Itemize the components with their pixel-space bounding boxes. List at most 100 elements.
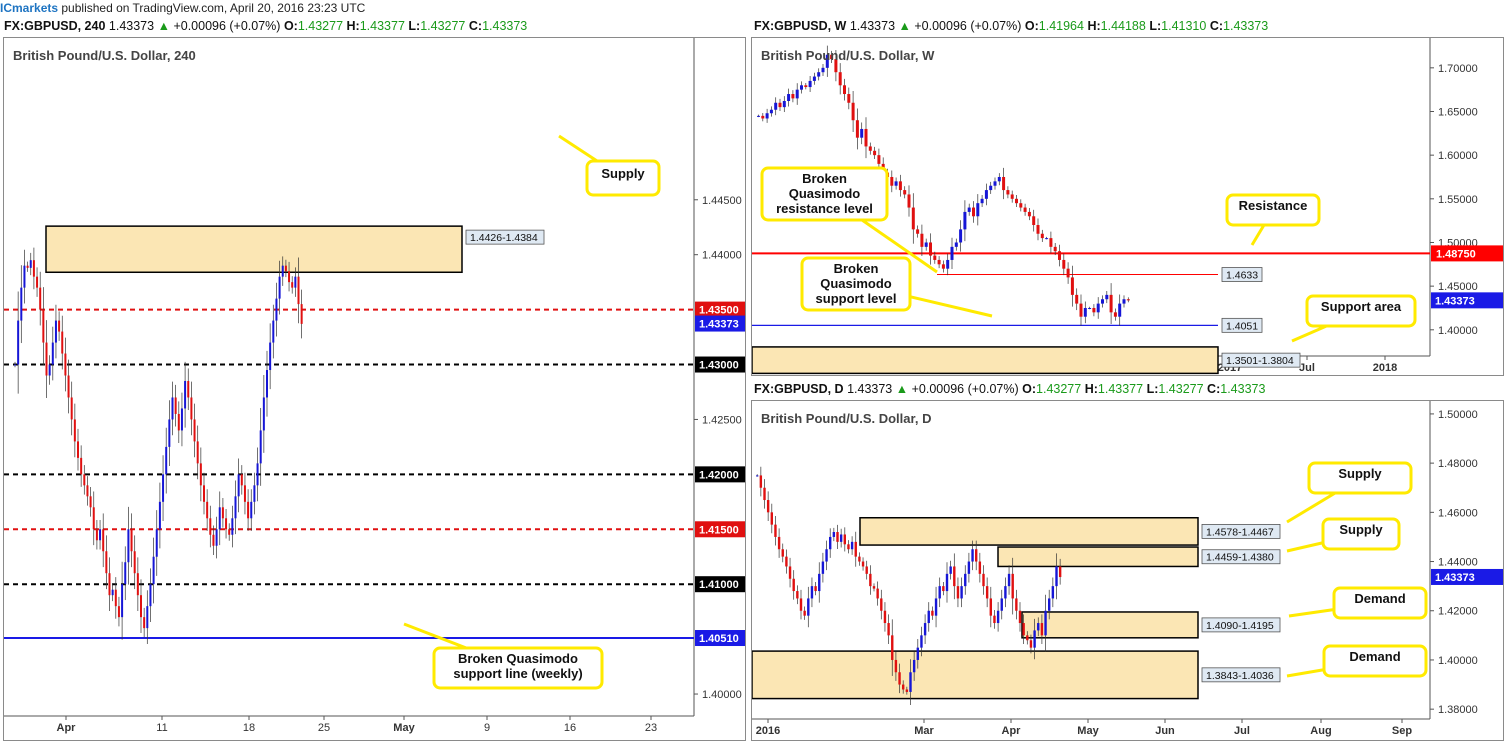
daily-candle-body	[964, 573, 967, 587]
daily-candle-body	[785, 556, 788, 567]
daily-change: +0.00096 (+0.07%)	[911, 382, 1019, 396]
weekly-candle-body	[782, 101, 786, 108]
daily-candle-body	[978, 561, 982, 574]
weekly-candle-body	[864, 128, 868, 147]
h4-candle-body	[108, 573, 111, 596]
h4-candle-body	[155, 529, 158, 557]
publish-header: ICmarkets published on TradingView.com, …	[0, 0, 1508, 18]
weekly-symbol: FX:GBPUSD, W	[754, 19, 847, 33]
daily-chart[interactable]: 1.50000 1.48000 1.46000 1.44000 1.42000 1.400…	[752, 401, 1503, 740]
daily-candle-body	[756, 475, 759, 477]
weekly-chart[interactable]: 1.700001.650001.600001.550001.500001.450…	[752, 38, 1503, 375]
weekly-candle-body	[1032, 216, 1036, 226]
daily-candle-body	[821, 561, 825, 574]
daily-candle-body	[1011, 573, 1014, 599]
daily-candle-body	[1048, 598, 1051, 611]
weekly-candle-body	[817, 72, 821, 77]
h4-candle-body	[64, 353, 67, 376]
daily-candle-body	[912, 659, 916, 673]
daily-zone	[1021, 611, 1199, 639]
h4-candle-body	[61, 331, 64, 354]
h4-candle-body	[187, 381, 190, 398]
weekly-candle-body	[984, 190, 988, 199]
h4-x-tick-label: 25	[318, 722, 330, 734]
daily-candle-body	[883, 610, 887, 624]
h4-chart-panel[interactable]: 1.44500 1.44000 1.42500 1.40000 Apr 11 18 25 May…	[3, 37, 746, 741]
daily-zone-label: 1.4459-1.4380	[1206, 552, 1274, 564]
weekly-candle-body	[1066, 268, 1070, 278]
h4-candle-body	[269, 342, 272, 371]
h4-candle-body	[272, 320, 275, 343]
h4-price-level-label: 1.43000	[699, 360, 739, 372]
h4-callout-text: support line (weekly)	[453, 666, 582, 681]
h4-up-arrow-icon: ▲	[157, 19, 170, 33]
h4-candle-body	[253, 485, 256, 502]
h4-candle-body	[48, 364, 51, 376]
h4-candle-body	[190, 397, 193, 420]
h4-candle-body	[39, 287, 42, 310]
weekly-candle-body	[954, 242, 958, 247]
h4-candle-body	[70, 397, 73, 420]
daily-candle-body	[792, 578, 795, 592]
weekly-candle-body	[1049, 238, 1053, 247]
h4-candle-body	[228, 529, 231, 535]
weekly-candle-body	[1036, 225, 1040, 234]
daily-zone-label: 1.4578-1.4467	[1206, 526, 1274, 538]
daily-candle-body	[887, 623, 890, 636]
weekly-candle-body	[769, 109, 773, 114]
h4-candle-body	[20, 287, 23, 321]
h4-price-level-label: 1.43500	[699, 305, 739, 317]
weekly-candle-body	[997, 176, 1001, 182]
weekly-candle-body	[911, 207, 915, 230]
h4-candle-body	[121, 584, 124, 618]
daily-candle-body	[1055, 566, 1058, 587]
h4-candle-body	[237, 474, 240, 497]
daily-zone	[997, 546, 1199, 568]
weekly-chart-title: British Pound/U.S. Dollar, W	[761, 48, 935, 63]
h4-candle-body	[117, 606, 120, 618]
weekly-candle-body	[1118, 303, 1122, 317]
weekly-candle-body	[1040, 233, 1044, 239]
weekly-low: 1.41310	[1161, 19, 1207, 33]
weekly-candle-body	[812, 76, 816, 81]
h4-candle-body	[17, 320, 20, 365]
weekly-candle-body	[989, 185, 993, 191]
daily-candle-body	[832, 532, 836, 537]
daily-chart-title: British Pound/U.S. Dollar, D	[761, 411, 931, 426]
daily-candle-body	[861, 561, 865, 567]
h4-candle-body	[92, 507, 95, 530]
h4-candle-body	[300, 304, 303, 324]
weekly-candle-body	[804, 85, 808, 88]
daily-y-tick-label: 1.42000	[1438, 606, 1478, 618]
h4-candle-body	[199, 463, 202, 486]
weekly-callout-text: support level	[816, 291, 897, 306]
h4-candle-body	[212, 534, 215, 546]
daily-candle-body	[814, 586, 817, 592]
weekly-candle-body	[898, 181, 902, 191]
daily-candle-body	[854, 541, 857, 557]
h4-y-tick-label: 1.40000	[702, 689, 742, 701]
weekly-candle-body	[959, 229, 963, 243]
daily-candle-body	[996, 610, 1000, 624]
h4-candle-body	[23, 265, 26, 288]
h4-chart[interactable]: 1.44500 1.44000 1.42500 1.40000 Apr 11 18 25 May…	[4, 38, 745, 740]
weekly-change: +0.00096 (+0.07%)	[914, 19, 1022, 33]
daily-chart-panel[interactable]: 1.50000 1.48000 1.46000 1.44000 1.42000 1.400…	[751, 400, 1504, 741]
daily-candle-body	[1026, 635, 1029, 641]
weekly-candle-body	[1010, 194, 1014, 199]
daily-candle-body	[843, 534, 846, 545]
weekly-candle-body	[1019, 203, 1023, 208]
h4-x-tick-label: May	[393, 722, 415, 734]
weekly-price-level-label: 1.4051	[1226, 320, 1258, 332]
h4-candle-body	[206, 501, 209, 519]
weekly-chart-panel[interactable]: 1.70000 1.65000 1.60000 1.55000 1.50000 1.450…	[751, 37, 1504, 376]
daily-candle-body	[975, 549, 978, 562]
daily-candle-body	[865, 566, 868, 574]
h4-chart-title: British Pound/U.S. Dollar, 240	[13, 48, 196, 63]
brand-name[interactable]: ICmarkets	[0, 1, 58, 15]
h4-candle-body	[231, 518, 234, 535]
weekly-y-tick-label: 1.60000	[1438, 150, 1478, 162]
daily-candle-body	[1018, 610, 1022, 624]
daily-candle-body	[1000, 598, 1003, 611]
h4-symbol-header: FX:GBPUSD, 240 1.43373 ▲ +0.00096 (+0.07…	[4, 19, 528, 33]
